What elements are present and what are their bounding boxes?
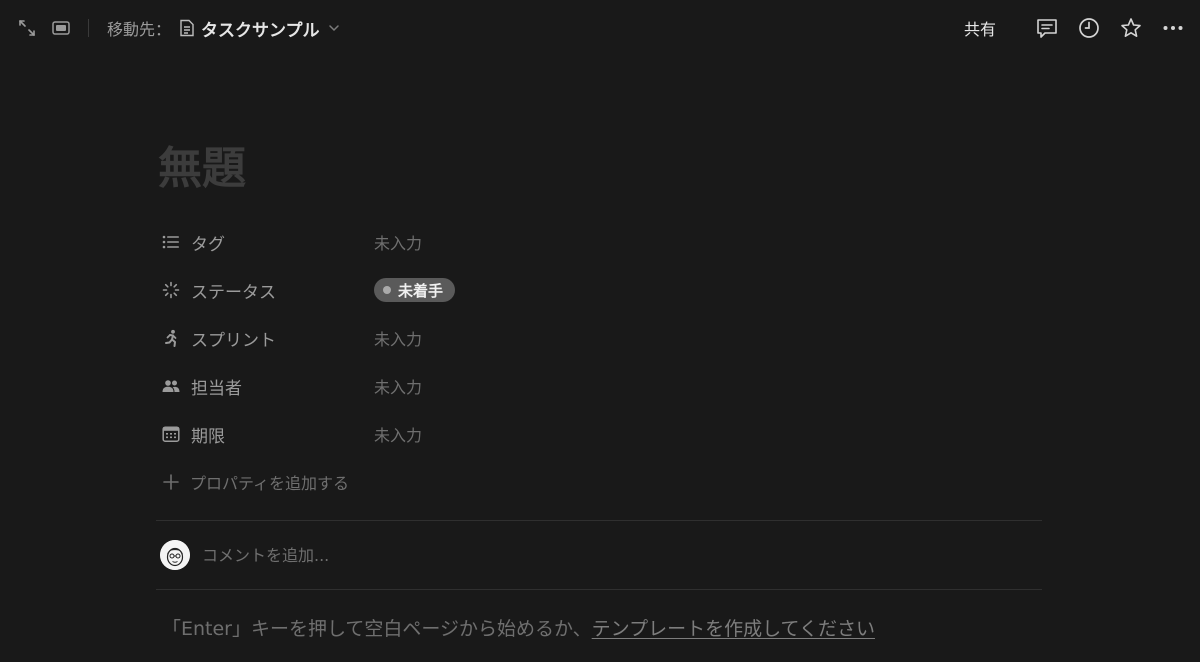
property-label: タグ	[191, 234, 225, 255]
top-bar: 移動先： タスクサンプル 共有	[0, 0, 1200, 56]
clock-icon[interactable]	[1078, 17, 1100, 39]
property-name-tag[interactable]: タグ	[162, 230, 374, 255]
page-title[interactable]: 無題	[158, 132, 1042, 206]
star-icon[interactable]	[1120, 17, 1142, 39]
property-name-due[interactable]: 期限	[162, 422, 374, 447]
property-row-sprint: スプリント 未入力	[156, 314, 1042, 362]
page-icon	[179, 19, 195, 37]
empty-page-hint: 「Enter」キーを押して空白ページから始めるか、テンプレートを作成してください	[156, 614, 1042, 641]
property-value-status[interactable]: 未着手	[374, 278, 456, 302]
plus-icon	[162, 473, 180, 491]
comment-section	[156, 521, 1042, 589]
chevron-down-icon[interactable]	[328, 22, 340, 34]
hint-text: 「Enter」キーを押して空白ページから始めるか、	[162, 618, 592, 640]
breadcrumb-page-name: タスクサンプル	[201, 20, 320, 41]
status-dot	[383, 286, 391, 294]
more-icon[interactable]	[1162, 17, 1184, 39]
calendar-icon	[162, 425, 180, 443]
status-spinner-icon	[162, 281, 180, 299]
top-bar-left: 移動先： タスクサンプル	[16, 16, 340, 41]
list-icon	[162, 233, 180, 251]
property-value-tag[interactable]: 未入力	[374, 230, 422, 254]
breadcrumb-page-link[interactable]: タスクサンプル	[179, 16, 340, 41]
property-label: 担当者	[191, 378, 242, 399]
avatar	[160, 540, 190, 570]
add-property-button[interactable]: プロパティを追加する	[156, 458, 1042, 506]
create-template-link[interactable]: テンプレートを作成してください	[592, 618, 875, 640]
property-value-due[interactable]: 未入力	[374, 422, 422, 446]
property-name-sprint[interactable]: スプリント	[162, 326, 374, 351]
status-badge[interactable]: 未着手	[374, 278, 456, 302]
property-value-sprint[interactable]: 未入力	[374, 326, 422, 350]
expand-icon[interactable]	[16, 17, 38, 39]
property-row-assignee: 担当者 未入力	[156, 362, 1042, 410]
property-row-tag: タグ 未入力	[156, 218, 1042, 266]
property-name-assignee[interactable]: 担当者	[162, 374, 374, 399]
people-icon	[162, 377, 180, 395]
property-label: ステータス	[191, 282, 276, 303]
page-content: 無題 タグ 未入力 ステータス 未着手 スプリント 未入力 担当者 未入力 期限…	[156, 132, 1042, 641]
toolbar-divider	[88, 19, 89, 37]
property-label: 期限	[191, 426, 225, 447]
top-bar-right: 共有	[964, 16, 1184, 40]
property-name-status[interactable]: ステータス	[162, 278, 374, 303]
status-badge-label: 未着手	[398, 281, 444, 300]
add-property-label: プロパティを追加する	[190, 474, 350, 493]
property-row-status: ステータス 未着手	[156, 266, 1042, 314]
property-row-due: 期限 未入力	[156, 410, 1042, 458]
runner-icon	[162, 329, 180, 347]
comment-icon[interactable]	[1036, 17, 1058, 39]
property-value-assignee[interactable]: 未入力	[374, 374, 422, 398]
property-list: タグ 未入力 ステータス 未着手 スプリント 未入力 担当者 未入力 期限 未入…	[156, 218, 1042, 506]
share-button[interactable]: 共有	[964, 16, 996, 40]
divider	[156, 589, 1042, 590]
comment-input[interactable]	[202, 545, 802, 565]
move-to-label: 移動先：	[107, 20, 172, 39]
peek-mode-icon[interactable]	[50, 17, 72, 39]
property-label: スプリント	[191, 330, 276, 351]
